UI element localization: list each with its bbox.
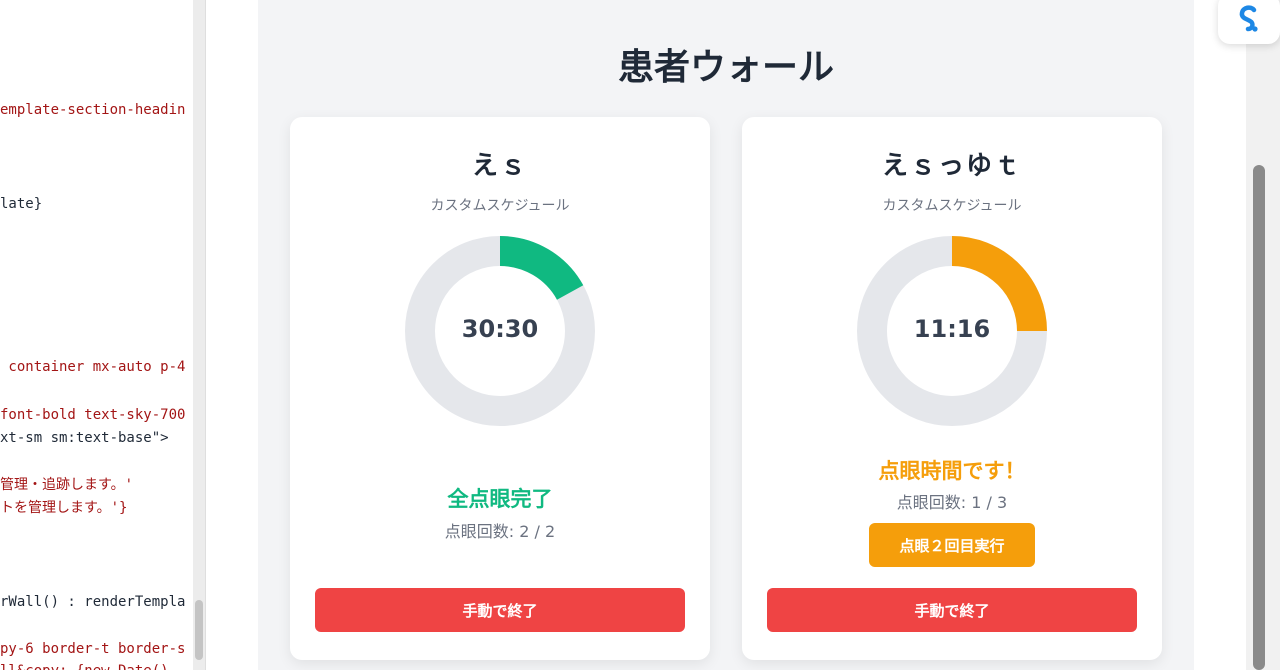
extension-button[interactable] — [1218, 0, 1280, 44]
patient-card: えｓっゆｔ カスタムスケジュール 11:16 点眼時間です！ 点眼回数: 1 /… — [742, 117, 1162, 660]
manual-end-button[interactable]: 手動で終了 — [767, 588, 1137, 632]
code-line: トを管理します。'} — [0, 500, 128, 516]
code-editor-scrollbar-thumb[interactable] — [195, 600, 203, 660]
code-line: rWall() : renderTempla — [0, 594, 186, 610]
dose-count: 点眼回数: 1 / 3 — [896, 493, 1008, 512]
preview-pane: 患者ウォール えｓ カスタムスケジュール 30:30 全点眼完了 点眼回数: 2… — [206, 0, 1246, 670]
code-line: container mx-auto p-4 — [0, 359, 186, 375]
code-line: font-bold text-sky-700 — [0, 407, 186, 423]
extension-icon — [1239, 5, 1258, 32]
schedule-label: カスタムスケジュール — [882, 198, 1022, 214]
code-editor[interactable]: emplate-section-headin late} container m… — [0, 0, 194, 670]
code-line: emplate-section-headin — [0, 102, 186, 118]
patient-name: えｓ — [471, 151, 528, 181]
code-editor-scrollbar[interactable] — [193, 0, 206, 670]
page-scrollbar-thumb[interactable] — [1253, 165, 1265, 670]
patient-card: えｓ カスタムスケジュール 30:30 全点眼完了 点眼回数: 2 / 2 手動… — [290, 117, 710, 660]
status-text: 全点眼完了 — [447, 487, 553, 511]
administer-dose-button[interactable]: 点眼２回目実行 — [869, 523, 1035, 567]
patient-wall-container: 患者ウォール えｓ カスタムスケジュール 30:30 全点眼完了 点眼回数: 2… — [258, 0, 1194, 670]
patient-name: えｓっゆｔ — [881, 151, 1022, 181]
code-line: py-6 border-t border-s — [0, 641, 186, 657]
countdown-timer: 11:16 — [913, 315, 991, 343]
code-line: late} — [0, 196, 43, 212]
page-scrollbar[interactable] — [1246, 0, 1280, 670]
code-line: xt-sm sm:text-base"> — [0, 430, 169, 446]
page-title: 患者ウォール — [617, 47, 834, 88]
status-text: 点眼時間です！ — [878, 459, 1026, 483]
manual-end-button[interactable]: 手動で終了 — [315, 588, 685, 632]
schedule-label: カスタムスケジュール — [430, 198, 570, 214]
code-line: 管理・追跡します。' — [0, 477, 134, 493]
dose-count: 点眼回数: 2 / 2 — [444, 522, 556, 541]
countdown-timer: 30:30 — [461, 315, 539, 343]
code-line: ll&copy; {new Date() — [0, 662, 177, 670]
